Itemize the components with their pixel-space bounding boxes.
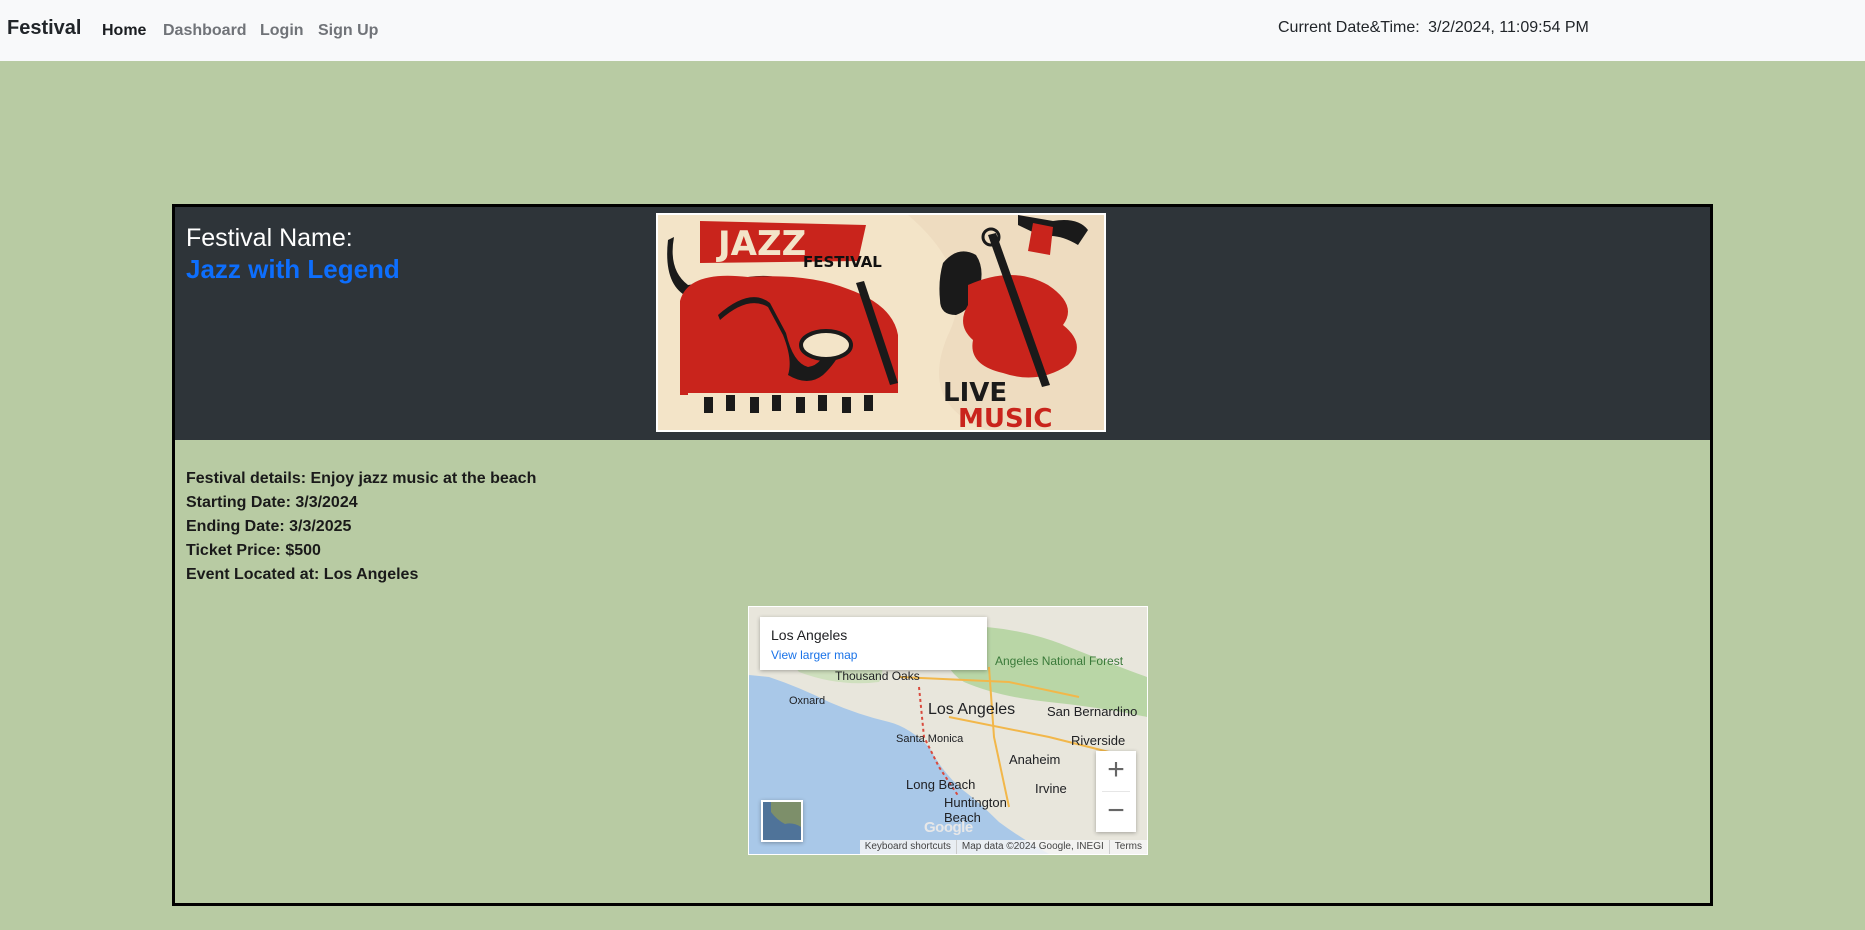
festival-ticket-price: Ticket Price: $500 <box>186 542 321 559</box>
map-label-anaheim: Anaheim <box>1009 752 1061 767</box>
festival-location: Event Located at: Los Angeles <box>186 566 419 583</box>
map-label-santa-monica: Santa Monica <box>896 733 964 745</box>
poster-festival-text: FESTIVAL <box>803 253 882 271</box>
map-data-attribution: Map data ©2024 Google, INEGI <box>955 840 1109 854</box>
map-label-angeles-nf: Angeles National Forest <box>995 654 1124 668</box>
festival-details: Festival details: Enjoy jazz music at th… <box>186 467 536 587</box>
nav-login[interactable]: Login <box>260 22 304 40</box>
poster-jazz-text: JAZZ <box>716 224 806 264</box>
poster-music-text: MUSIC <box>958 404 1052 430</box>
map-label-los-angeles: Los Angeles <box>928 701 1016 718</box>
keyboard-shortcuts-link[interactable]: Keyboard shortcuts <box>860 840 956 854</box>
map-label-oxnard: Oxnard <box>789 695 826 707</box>
festival-description: Festival details: Enjoy jazz music at th… <box>186 470 537 487</box>
terms-link[interactable]: Terms <box>1108 840 1147 854</box>
nav-home[interactable]: Home <box>102 22 146 40</box>
map-info-window: Los Angeles View larger map <box>760 617 987 670</box>
zoom-in-button[interactable]: + <box>1096 751 1136 791</box>
jazz-poster-illustration: JAZZ FESTIVAL LIVE MUSIC <box>658 215 1104 430</box>
map-label-irvine: Irvine <box>1035 781 1067 796</box>
festival-poster-image: JAZZ FESTIVAL LIVE MUSIC <box>656 213 1106 432</box>
map-info-title: Los Angeles <box>771 627 848 643</box>
map-label-thousand-oaks: Thousand Oaks <box>835 669 920 683</box>
festival-name-label: Festival Name: <box>186 224 353 252</box>
map-label-riverside: Riverside <box>1071 733 1126 748</box>
festival-card-header: Festival Name: Jazz with Legend JAZZ FES… <box>175 207 1710 440</box>
nav-sign-up[interactable]: Sign Up <box>318 22 378 40</box>
map-zoom-controls: + − <box>1096 751 1136 832</box>
nav-dashboard[interactable]: Dashboard <box>163 22 247 40</box>
festival-end-date: Ending Date: 3/3/2025 <box>186 518 352 535</box>
datetime-value: 3/2/2024, 11:09:54 PM <box>1428 19 1589 36</box>
map-label-san-bernardino: San Bernardino <box>1047 704 1138 719</box>
view-larger-map-link[interactable]: View larger map <box>771 648 857 662</box>
datetime-label: Current Date&Time: <box>1278 19 1420 36</box>
navbar: Festival Home Dashboard Login Sign Up Cu… <box>0 0 1865 61</box>
brand-logo[interactable]: Festival <box>7 17 81 40</box>
satellite-thumbnail-icon <box>763 802 801 840</box>
satellite-view-toggle[interactable] <box>761 800 803 842</box>
embedded-map[interactable]: Angeles National Forest Thousand Oaks Ox… <box>748 606 1148 855</box>
festival-name: Jazz with Legend <box>186 254 400 284</box>
zoom-out-button[interactable]: − <box>1096 792 1136 832</box>
google-logo: Google <box>924 819 973 836</box>
current-datetime: Current Date&Time: 3/2/2024, 11:09:54 PM <box>1278 19 1589 37</box>
festival-start-date: Starting Date: 3/3/2024 <box>186 494 358 511</box>
festival-card: Festival Name: Jazz with Legend JAZZ FES… <box>172 204 1713 906</box>
map-attribution-bar: Keyboard shortcuts Map data ©2024 Google… <box>859 840 1147 854</box>
map-label-long-beach: Long Beach <box>906 777 976 792</box>
